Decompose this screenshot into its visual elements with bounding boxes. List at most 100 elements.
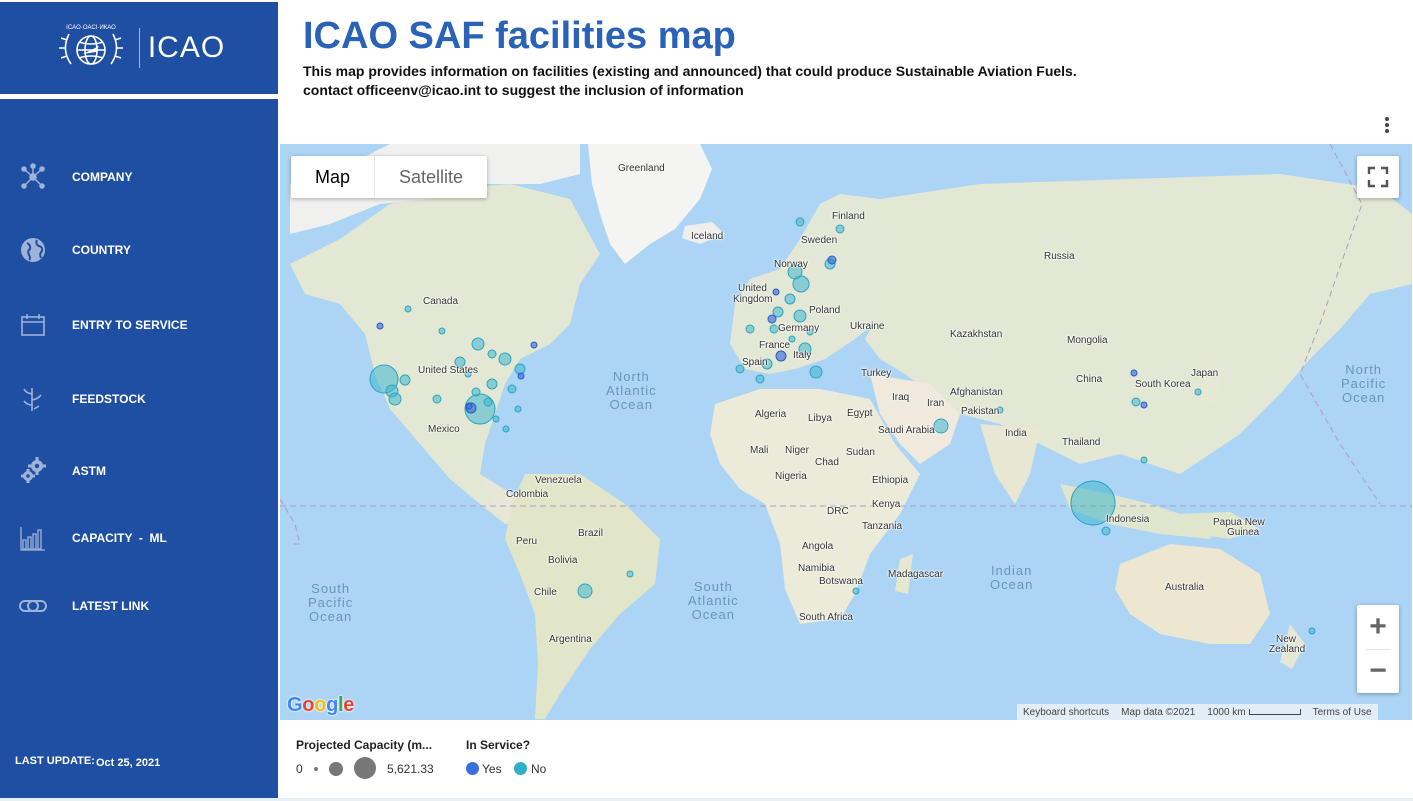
legend-size-large [354, 757, 376, 779]
map-label: Iran [927, 398, 945, 409]
gears-icon [17, 455, 49, 487]
map-label: South Korea [1135, 379, 1191, 390]
map-label: Argentina [549, 634, 592, 645]
map-label: Thailand [1062, 437, 1101, 448]
map-label: Namibia [798, 563, 835, 574]
subtitle-line-2: contact officeenv@icao.int to suggest th… [303, 82, 744, 98]
page-title: ICAO SAF facilities map [303, 15, 736, 57]
keyboard-shortcuts-link[interactable]: Keyboard shortcuts [1017, 707, 1115, 718]
map-label: Peru [516, 536, 538, 547]
link-icon [17, 590, 49, 622]
map-label: Brazil [578, 528, 604, 539]
legend-capacity-title: Projected Capacity (m... [296, 738, 433, 752]
scale-control[interactable]: 1000 km [1201, 707, 1306, 718]
terms-of-use-link[interactable]: Terms of Use [1307, 707, 1378, 718]
map-label: Tanzania [862, 521, 903, 532]
zoom-in-button[interactable]: + [1357, 605, 1399, 649]
map-canvas[interactable]: Greenland Iceland Finland Sweden Norway … [280, 144, 1412, 720]
map-label: Mali [750, 445, 769, 456]
map-label: Italy [793, 350, 812, 361]
map-type-map-button[interactable]: Map [291, 156, 374, 198]
map-label: Iceland [691, 231, 724, 242]
scale-label: 1000 km [1207, 706, 1246, 718]
sidebar-nav: COMPANY COUNTRY ENTRY TO SERVICE FEEDSTO… [0, 99, 278, 798]
map-label: Canada [423, 296, 459, 307]
map-label: Venezuela [535, 475, 582, 486]
zoom-divider [1365, 649, 1391, 650]
zoom-control: + − [1357, 605, 1399, 693]
map-label: Iraq [892, 392, 910, 403]
svg-text:ICAO·OACI·ИКАО: ICAO·OACI·ИКАО [66, 25, 116, 31]
sidebar-item-label: ENTRY TO SERVICE [72, 318, 188, 332]
last-update-value: Oct 25, 2021 [96, 757, 161, 769]
map-attribution: Keyboard shortcuts Map data ©2021 1000 k… [1017, 704, 1378, 720]
icao-emblem-icon: ICAO·OACI·ИКАО [58, 25, 123, 65]
more-vert-icon[interactable] [1378, 114, 1396, 136]
bar-chart-icon [17, 522, 49, 554]
map-label: Guinea [1227, 527, 1260, 538]
sidebar-item-astm[interactable]: ASTM [0, 451, 278, 491]
map-label: Japan [1191, 368, 1219, 379]
ocean-label-north-pacific: North Pacific Ocean [1341, 362, 1387, 405]
sidebar-item-entry-to-service[interactable]: ENTRY TO SERVICE [0, 305, 278, 345]
calendar-icon [17, 309, 49, 341]
map-label: United States [418, 365, 479, 376]
logo-text: ICAO [147, 31, 226, 64]
map-label: South Africa [799, 612, 853, 623]
map-label: Turkey [861, 368, 892, 379]
map-label: Ethiopia [872, 475, 909, 486]
map-label: Zealand [1269, 644, 1306, 655]
map-label: Pakistan [961, 406, 1000, 417]
map-type-control: Map Satellite [291, 156, 488, 198]
fullscreen-icon [1367, 166, 1389, 188]
zoom-out-button[interactable]: − [1357, 649, 1399, 693]
map-label: Saudi Arabia [878, 425, 935, 436]
subtitle-line-1: This map provides information on facilit… [303, 63, 1077, 79]
map-label: India [1005, 428, 1027, 439]
map-label: Niger [785, 445, 809, 456]
sidebar-item-country[interactable]: COUNTRY [0, 230, 278, 270]
legend-yes-swatch [466, 762, 479, 775]
map-label: Australia [1165, 582, 1204, 593]
legend-size-medium [329, 762, 343, 776]
map-label: Bolivia [548, 555, 578, 566]
map-label: Finland [832, 211, 865, 222]
sidebar-item-latest-link[interactable]: LATEST LINK [0, 586, 278, 626]
icao-logo[interactable]: ICAO·OACI·ИКАО ICAO [0, 2, 278, 94]
map-label: Botswana [819, 576, 863, 587]
map-label: Chile [534, 587, 557, 598]
legend-yes-label: Yes [482, 762, 502, 776]
map-label: China [1076, 374, 1103, 385]
legend-capacity-min: 0 [296, 762, 303, 776]
logo-divider [138, 28, 140, 68]
sidebar-item-capacity[interactable]: CAPACITY - ML [0, 518, 278, 558]
legend-no-label: No [531, 762, 547, 776]
map-label: DRC [827, 506, 849, 517]
map-label: Ukraine [850, 321, 885, 332]
sidebar-item-feedstock[interactable]: FEEDSTOCK [0, 379, 278, 419]
legend-service-title: In Service? [466, 738, 531, 752]
sidebar-item-label: FEEDSTOCK [72, 392, 146, 406]
map-label: Sudan [846, 447, 875, 458]
globe-icon [17, 234, 49, 266]
sidebar-item-company[interactable]: COMPANY [0, 157, 278, 197]
sidebar-item-label: COUNTRY [72, 243, 131, 257]
google-logo[interactable]: Google [287, 694, 354, 717]
network-icon [17, 161, 49, 193]
scale-bar [1248, 708, 1301, 715]
map-label: Kenya [872, 499, 901, 510]
fullscreen-button[interactable] [1357, 156, 1399, 198]
map-label: Libya [808, 413, 832, 424]
last-update-label: LAST UPDATE: [15, 755, 95, 767]
sidebar-item-label: ASTM [72, 464, 106, 478]
ocean-label-south-atlantic: South Atlantic Ocean [688, 579, 739, 622]
map-label: Russia [1044, 251, 1075, 262]
map-type-satellite-button[interactable]: Satellite [374, 156, 487, 198]
sidebar-item-label: LATEST LINK [72, 599, 150, 613]
map-label: Greenland [618, 163, 665, 174]
map-label: Kazakhstan [950, 329, 1003, 340]
map-label: Mexico [428, 424, 460, 435]
map-label: Norway [774, 259, 808, 270]
map-label: Mongolia [1067, 335, 1108, 346]
sidebar-item-label: COMPANY [72, 170, 133, 184]
